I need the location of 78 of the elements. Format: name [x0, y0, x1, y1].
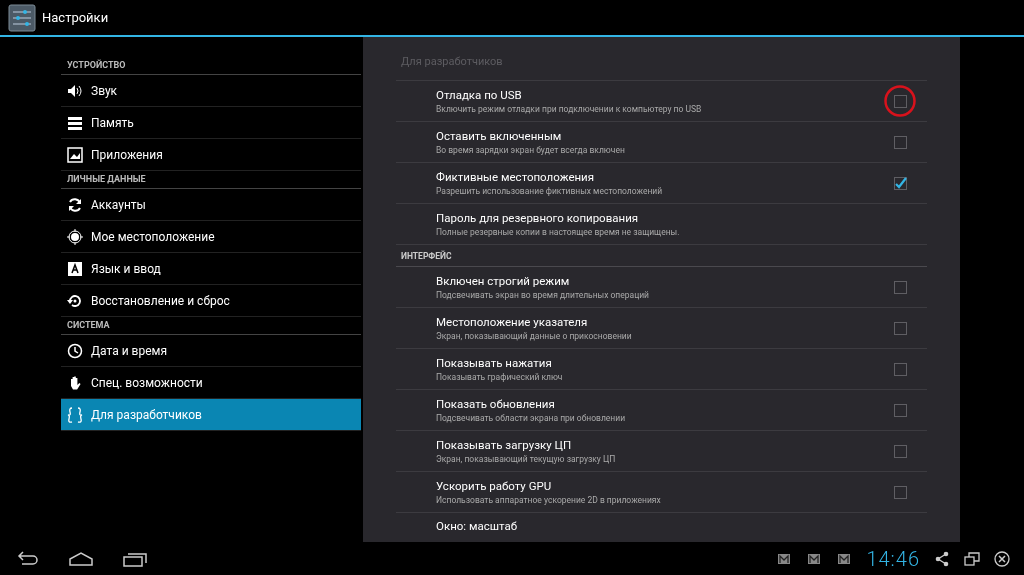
preference-summary: Включить режим отладки при подключении к компьютеру по USB [436, 104, 703, 114]
sidebar-item-label: Для разработчиков [91, 407, 202, 422]
preference-row[interactable]: Показать обновления Подсвечивать области экрана при обновлении [396, 390, 927, 431]
preference-summary: Показывать графический ключ [436, 372, 564, 382]
preference-title: Ускорить работу GPU [436, 479, 553, 493]
close-icon[interactable] [994, 550, 1010, 567]
preference-summary: Подсвечивать экран во время длительных операций [436, 290, 650, 300]
preference-summary: Во время зарядки экран будет всегда включен [436, 145, 626, 155]
preference-row[interactable]: Показывать нажатия Показывать графический ключ [396, 349, 927, 390]
storage-icon [67, 114, 83, 131]
checkbox[interactable] [894, 321, 907, 335]
sidebar-item[interactable]: Приложения [61, 139, 361, 171]
apps-icon [67, 146, 83, 163]
checkbox[interactable] [894, 362, 907, 376]
preference-row[interactable]: Включен строгий режим Подсвечивать экран во время длительных операций [396, 267, 927, 308]
preference-summary: Экран, показывающий данные о прикосновении [436, 331, 633, 341]
sync-icon [67, 196, 83, 213]
share-icon[interactable] [934, 550, 950, 567]
app-title: Настройки [42, 10, 109, 25]
checkbox[interactable] [894, 135, 907, 149]
preference-title: Показывать нажатия [436, 356, 553, 370]
preference-summary: Полные резервные копии в настоящее время не защищены. [436, 227, 681, 237]
category-header: ИНТЕРФЕЙС [396, 245, 927, 267]
sidebar-item-label: Язык и ввод [91, 261, 161, 276]
sidebar-item-label: Восстановление и сброс [91, 293, 230, 308]
preference-summary: Использовать аппаратное ускорение 2D в приложениях [436, 495, 662, 505]
sidebar-item-label: Память [91, 115, 134, 130]
checkbox[interactable] [894, 176, 907, 190]
sidebar-item[interactable]: Язык и ввод [61, 253, 361, 285]
sidebar-item[interactable]: Восстановление и сброс [61, 285, 361, 317]
restore-icon [67, 292, 83, 309]
preference-title: Оставить включенным [436, 129, 563, 143]
sidebar-item[interactable]: Аккаунты [61, 189, 361, 221]
checkbox[interactable] [894, 485, 907, 499]
preference-title: Показывать загрузку ЦП [436, 438, 573, 452]
sidebar-item[interactable]: Дата и время [61, 335, 361, 367]
preference-title: Отладка по USB [436, 88, 523, 102]
checkbox[interactable] [894, 280, 907, 294]
preference-row[interactable]: Отладка по USB Включить режим отладки при подключении к компьютеру по USB [396, 81, 927, 122]
checkbox[interactable] [894, 444, 907, 458]
preference-row[interactable]: Местоположение указателя Экран, показывающий данные о прикосновении [396, 308, 927, 349]
preference-title: Пароль для резервного копирования [436, 211, 640, 225]
sidebar-item-label: Мое местоположение [91, 229, 215, 244]
preference-row[interactable]: Фиктивные местоположения Разрешить использование фиктивных местоположений [396, 163, 927, 204]
preference-title: Включен строгий режим [436, 274, 571, 288]
preference-title: Окно: масштаб [436, 519, 518, 533]
sidebar-item-label: Дата и время [91, 343, 167, 358]
category-header: ЛИЧНЫЕ ДАННЫЕ [61, 171, 361, 189]
preference-summary: Экран, показывающий текущую загрузку ЦП [436, 454, 617, 464]
preference-summary: Подсвечивать области экрана при обновлении [436, 413, 627, 423]
location-icon [67, 228, 83, 245]
settings-app-icon[interactable] [8, 3, 36, 32]
braces-icon [67, 406, 83, 423]
checkbox[interactable] [894, 94, 907, 108]
sidebar-item-label: Спец. возможности [91, 375, 203, 390]
sidebar-item-label: Звук [91, 83, 118, 98]
sidebar-item[interactable]: Память [61, 107, 361, 139]
windows-icon[interactable] [964, 550, 980, 567]
preference-row[interactable]: Ускорить работу GPU Использовать аппаратное ускорение 2D в приложениях [396, 472, 927, 513]
preference-title: Показать обновления [436, 397, 556, 411]
sidebar-item-label: Приложения [91, 147, 163, 162]
preference-row[interactable]: Оставить включенным Во время зарядки экран будет всегда включен [396, 122, 927, 163]
preference-summary: Разрешить использование фиктивных местоположений [436, 186, 664, 196]
clock-time[interactable]: 14:46 [866, 546, 920, 571]
sidebar-item[interactable]: Мое местоположение [61, 221, 361, 253]
category-header: УСТРОЙСТВО [61, 57, 361, 75]
keyboard-letter-icon [67, 260, 83, 277]
clock-icon [67, 342, 83, 359]
checkbox[interactable] [894, 403, 907, 417]
home-icon[interactable] [68, 549, 94, 568]
preference-title: Фиктивные местоположения [436, 170, 596, 184]
preference-row[interactable]: Показывать загрузку ЦП Экран, показывающий текущую загрузку ЦП [396, 431, 927, 472]
sidebar-item-label: Аккаунты [91, 197, 146, 212]
sidebar-item[interactable]: Звук [61, 75, 361, 107]
preference-title: Местоположение указателя [436, 315, 589, 329]
sidebar-item[interactable]: Для разработчиков [61, 399, 361, 431]
category-header: СИСТЕМА [61, 317, 361, 335]
preference-row[interactable]: Пароль для резервного копирования Полные резервные копии в настоящее время не защищены. [396, 204, 927, 245]
